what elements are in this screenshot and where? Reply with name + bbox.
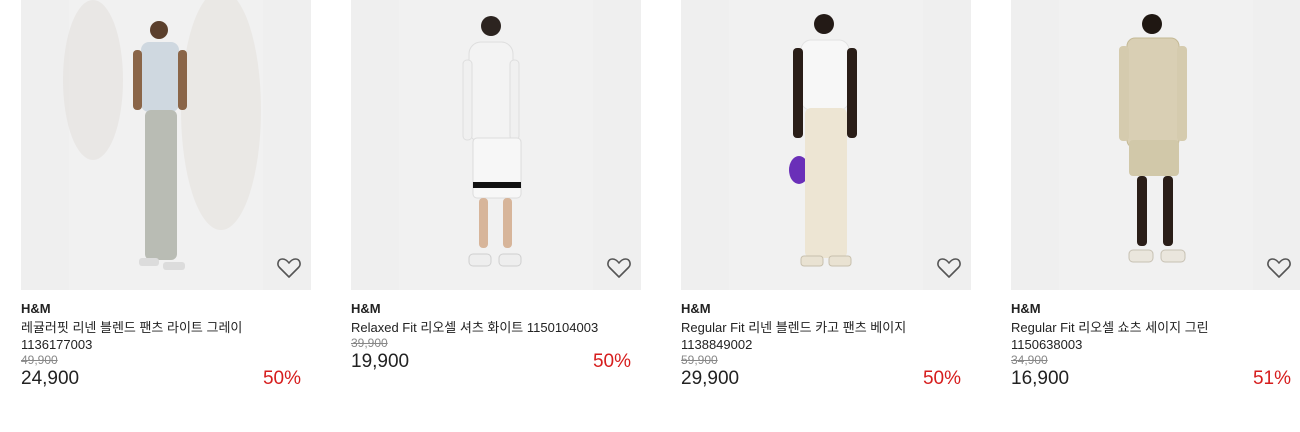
wishlist-button[interactable] <box>606 256 632 280</box>
brand-label: H&M <box>681 301 711 316</box>
price-row: 24,900 50% <box>21 367 311 391</box>
product-image[interactable] <box>351 0 641 290</box>
model-photo-icon <box>63 0 261 270</box>
product-card[interactable]: H&M 레귤러핏 리넨 블렌드 팬츠 라이트 그레이 1136177003 49… <box>21 0 311 410</box>
product-name-link[interactable]: 레귤러핏 리넨 블렌드 팬츠 라이트 그레이 <box>21 319 311 336</box>
heart-outline-icon <box>277 258 301 278</box>
wishlist-button[interactable] <box>936 256 962 280</box>
product-card[interactable]: H&M Regular Fit 리오셀 쇼츠 세이지 그린 1150638003… <box>1011 0 1300 410</box>
heart-outline-icon <box>1267 258 1291 278</box>
product-name-link[interactable]: Relaxed Fit 리오셀 셔츠 화이트 1150104003 <box>351 319 641 336</box>
discount-badge: 50% <box>592 351 631 372</box>
price-row: 16,900 51% <box>1011 367 1300 391</box>
model-photo-icon <box>462 16 522 267</box>
original-price: 34,900 <box>1011 353 1048 367</box>
product-card[interactable]: H&M Regular Fit 리넨 블렌드 카고 팬츠 베이지 1138849… <box>681 0 971 410</box>
sale-price: 16,900 <box>1011 368 1070 389</box>
model-photo-icon <box>789 14 857 267</box>
model-photo-icon <box>1119 14 1187 263</box>
wishlist-button[interactable] <box>276 256 302 280</box>
product-grid: H&M 레귤러핏 리넨 블렌드 팬츠 라이트 그레이 1136177003 49… <box>0 0 1300 432</box>
product-card[interactable]: H&M Relaxed Fit 리오셀 셔츠 화이트 1150104003 39… <box>351 0 641 410</box>
brand-label: H&M <box>1011 301 1041 316</box>
brand-label: H&M <box>351 301 381 316</box>
discount-badge: 50% <box>922 368 961 389</box>
product-code: 1136177003 <box>21 337 93 352</box>
product-image[interactable] <box>1011 0 1300 290</box>
price-row: 19,900 50% <box>351 350 641 374</box>
product-code: 1150638003 <box>1011 337 1083 352</box>
product-image[interactable] <box>681 0 971 290</box>
sale-price: 29,900 <box>681 368 740 389</box>
discount-badge: 50% <box>262 368 301 389</box>
brand-label: H&M <box>21 301 51 316</box>
wishlist-button[interactable] <box>1266 256 1292 280</box>
original-price: 49,900 <box>21 353 58 367</box>
sale-price: 24,900 <box>21 368 80 389</box>
product-image[interactable] <box>21 0 311 290</box>
heart-outline-icon <box>607 258 631 278</box>
product-name-link[interactable]: Regular Fit 리넨 블렌드 카고 팬츠 베이지 <box>681 319 971 336</box>
original-price: 59,900 <box>681 353 718 367</box>
heart-outline-icon <box>937 258 961 278</box>
price-row: 29,900 50% <box>681 367 971 391</box>
product-code: 1138849002 <box>681 337 753 352</box>
discount-badge: 51% <box>1252 368 1291 389</box>
sale-price: 19,900 <box>351 351 410 372</box>
original-price: 39,900 <box>351 336 388 350</box>
product-name-link[interactable]: Regular Fit 리오셀 쇼츠 세이지 그린 <box>1011 319 1300 336</box>
